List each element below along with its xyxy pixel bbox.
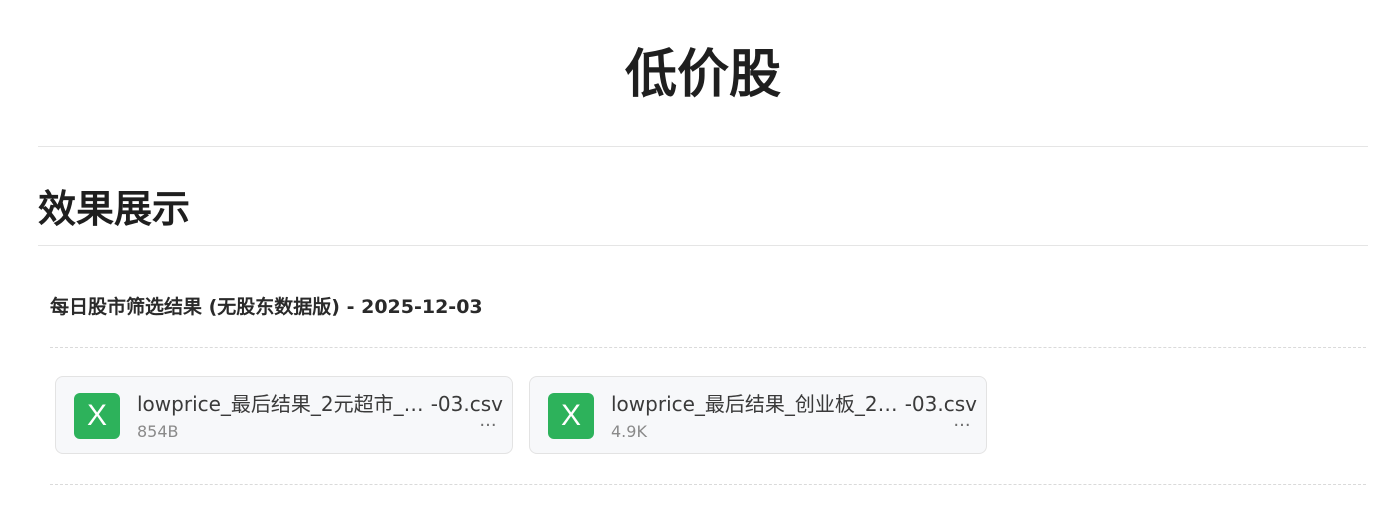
page-title: 低价股 (624, 45, 781, 105)
file-name: lowprice_最后结果_创业板_20... -03.csv (611, 390, 977, 418)
attachment-list: X lowprice_最后结果_2元超市_2... -03.csv 854B ·… (55, 376, 987, 454)
file-name-start: lowprice_最后结果_创业板_20... (611, 392, 899, 416)
more-options-button[interactable]: ··· (950, 417, 974, 439)
excel-icon: X (548, 393, 594, 439)
file-card-2yuan-csv[interactable]: X lowprice_最后结果_2元超市_2... -03.csv 854B ·… (55, 376, 513, 454)
file-size: 4.9K (611, 422, 647, 441)
excel-icon: X (74, 393, 120, 439)
dashed-divider-top (50, 347, 1366, 348)
file-name-end: -03.csv (904, 392, 977, 416)
file-size: 854B (137, 422, 179, 441)
file-name: lowprice_最后结果_2元超市_2... -03.csv (137, 390, 503, 418)
title-divider (38, 146, 1368, 147)
section-divider (38, 245, 1368, 246)
dashed-divider-bottom (50, 484, 1366, 485)
result-subtitle: 每日股市筛选结果 (无股东数据版) - 2025-12-03 (50, 296, 483, 318)
file-name-start: lowprice_最后结果_2元超市_2... (137, 392, 425, 416)
section-heading: 效果展示 (38, 187, 191, 231)
more-options-button[interactable]: ··· (476, 417, 500, 439)
file-card-chinext-csv[interactable]: X lowprice_最后结果_创业板_20... -03.csv 4.9K ·… (529, 376, 987, 454)
file-name-end: -03.csv (430, 392, 503, 416)
